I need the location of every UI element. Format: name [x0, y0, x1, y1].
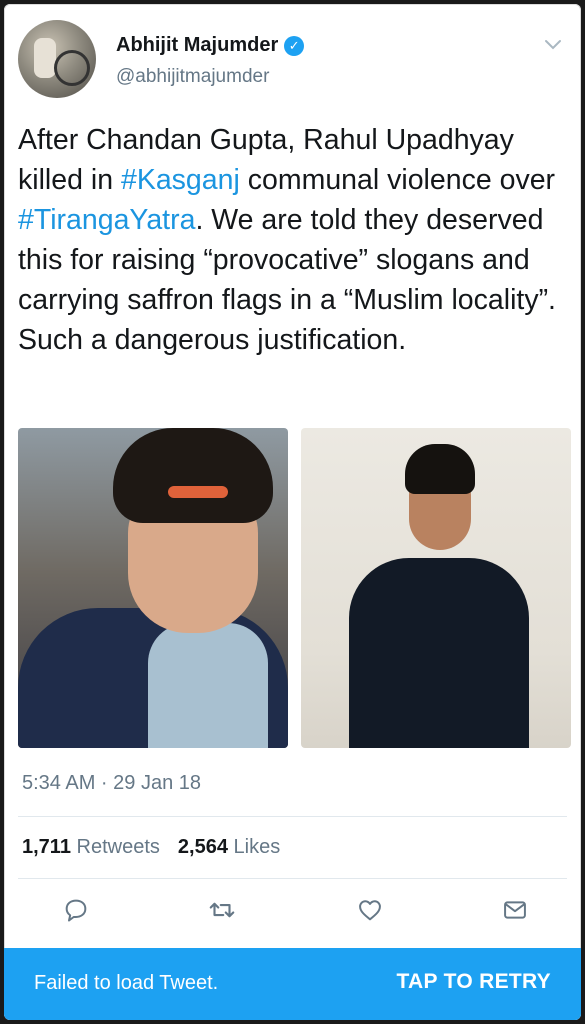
- retry-bar: Failed to load Tweet. TAP TO RETRY: [4, 948, 581, 1020]
- photo-left-tilak: [168, 486, 228, 498]
- hashtag-link[interactable]: #Kasganj: [121, 164, 240, 196]
- tweet-stats: 1,711 Retweets 2,564 Likes: [22, 836, 280, 859]
- likes-label: Likes: [233, 836, 281, 858]
- avatar-bicycle-wheel: [54, 50, 90, 86]
- photo-left[interactable]: [18, 428, 288, 748]
- photo-right-hair: [405, 444, 475, 494]
- tweet-media: [18, 428, 571, 748]
- avatar-figure: [34, 38, 56, 78]
- author-name[interactable]: Abhijit Majumder: [116, 34, 278, 57]
- photo-right[interactable]: [301, 428, 571, 748]
- photo-left-hair: [113, 428, 273, 523]
- photo-right-shirt: [349, 558, 529, 748]
- retry-message: Failed to load Tweet.: [34, 972, 219, 994]
- tap-to-retry-button[interactable]: TAP TO RETRY: [396, 970, 551, 994]
- reply-icon[interactable]: [60, 894, 92, 926]
- tweet-text-part: communal violence over: [239, 164, 556, 196]
- tweet-text: After Chandan Gupta, Rahul Upadhyay kill…: [18, 120, 570, 360]
- message-icon[interactable]: [499, 894, 531, 926]
- tweet-actions: [18, 894, 567, 934]
- hashtag-link[interactable]: #TirangaYatra: [18, 204, 195, 236]
- avatar[interactable]: [18, 20, 96, 98]
- divider: [18, 878, 567, 879]
- tweet-timestamp[interactable]: 5:34 AM · 29 Jan 18: [22, 772, 201, 795]
- author-name-row[interactable]: Abhijit Majumder ✓: [116, 34, 305, 57]
- like-icon[interactable]: [354, 894, 386, 926]
- photo-left-tshirt: [148, 623, 268, 748]
- author-handle[interactable]: @abhijitmajumder: [116, 66, 269, 88]
- retweets-stat[interactable]: 1,711 Retweets: [22, 836, 160, 859]
- tweet-card: Abhijit Majumder ✓ @abhijitmajumder Afte…: [4, 4, 581, 1020]
- tweet-header: Abhijit Majumder ✓ @abhijitmajumder: [18, 20, 567, 100]
- verified-badge-icon: ✓: [284, 35, 305, 56]
- retweets-count: 1,711: [22, 836, 71, 858]
- likes-count: 2,564: [177, 836, 228, 858]
- chevron-down-icon[interactable]: [541, 32, 565, 56]
- retweet-icon[interactable]: [206, 894, 238, 926]
- retweets-label: Retweets: [76, 836, 160, 858]
- divider: [18, 816, 567, 817]
- likes-stat[interactable]: 2,564 Likes: [178, 836, 280, 859]
